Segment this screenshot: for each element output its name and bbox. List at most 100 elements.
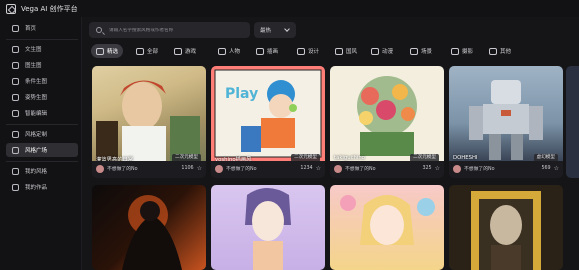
sidebar: 首页 文生图 图生图 条件生图 姿势生图 智能编辑 风格定制 风格广场 我的风格… <box>0 17 82 270</box>
style-icon <box>12 130 19 138</box>
card-illustration <box>340 195 435 245</box>
category-label: 国风 <box>346 49 358 55</box>
style-card[interactable]: 灌篮男高的日常 二次元模型 不想做了的No 1106 ☆ <box>92 66 206 178</box>
sort-dropdown[interactable]: 最热 <box>254 22 296 38</box>
category-label: 动漫 <box>382 49 394 55</box>
category-all[interactable]: 全部 <box>131 44 163 58</box>
search-icon <box>96 27 102 33</box>
sidebar-item-label: 文生图 <box>25 47 42 53</box>
category-label: 其他 <box>500 49 512 55</box>
sidebar-item-label: 智能编辑 <box>25 111 48 117</box>
star-icon[interactable]: ☆ <box>197 165 202 172</box>
design-icon <box>297 47 305 55</box>
category-label: 人物 <box>229 49 241 55</box>
style-card[interactable]: Play yoshino插画风 二次元模型 不想做了的No 1234 ☆ <box>211 66 325 178</box>
sidebar-item-image-to-image[interactable]: 图生图 <box>6 58 78 72</box>
sidebar-item-style-custom[interactable]: 风格定制 <box>6 127 78 141</box>
category-photography[interactable]: 摄影 <box>446 44 478 58</box>
style-card-partial[interactable] <box>566 66 579 178</box>
search-box[interactable] <box>89 22 250 38</box>
style-card[interactable] <box>92 185 206 270</box>
sidebar-item-label: 姿势生图 <box>25 95 48 101</box>
sidebar-item-home[interactable]: 首页 <box>6 21 78 35</box>
card-author: 不想做了的No <box>226 167 257 172</box>
style-card[interactable] <box>330 185 444 270</box>
category-featured[interactable]: 精选 <box>91 44 124 58</box>
home-icon <box>12 24 19 32</box>
card-illustration <box>471 191 541 270</box>
category-other[interactable]: 其他 <box>484 44 516 58</box>
svg-text:Play: Play <box>225 86 258 102</box>
sidebar-item-label: 图生图 <box>25 63 42 69</box>
sidebar-item-label: 首页 <box>25 26 37 32</box>
gamepad-icon <box>174 47 182 55</box>
category-design[interactable]: 设计 <box>292 44 324 58</box>
card-author: 不想做了的No <box>345 167 376 172</box>
card-author: 不想做了的No <box>464 167 495 172</box>
card-thumbnail <box>449 66 563 161</box>
style-card[interactable] <box>449 185 563 270</box>
search-input[interactable] <box>109 27 249 33</box>
sidebar-item-text-to-image[interactable]: 文生图 <box>6 42 78 56</box>
style-card[interactable]: takiguchino 二次元模型 不想做了的No 325 ☆ <box>330 66 444 178</box>
works-icon <box>12 183 19 191</box>
sidebar-item-label: 风格定制 <box>25 132 48 138</box>
title-bar: Vega AI 创作平台 <box>0 0 579 17</box>
card-meta: 不想做了的No 1234 ☆ <box>211 161 325 176</box>
category-label: 精选 <box>107 49 119 55</box>
style-card[interactable]: DOHESHI 虚幻模型 不想做了的No 569 ☆ <box>449 66 563 178</box>
sidebar-item-label: 我的作品 <box>25 185 48 191</box>
avatar <box>215 164 223 173</box>
camera-icon <box>451 47 459 55</box>
card-meta: 不想做了的No 1106 ☆ <box>92 161 206 176</box>
card-thumbnail: Play <box>211 66 325 161</box>
card-illustration <box>92 66 206 161</box>
category-guofeng[interactable]: 国风 <box>330 44 362 58</box>
category-label: 插画 <box>267 49 279 55</box>
category-illustration[interactable]: 插画 <box>251 44 283 58</box>
avatar <box>96 164 104 173</box>
sidebar-item-label: 条件生图 <box>25 79 48 85</box>
text-image-icon <box>12 45 19 53</box>
category-scene[interactable]: 场景 <box>405 44 437 58</box>
app-logo-icon <box>6 3 16 14</box>
card-thumbnail <box>330 66 444 161</box>
card-illustration: Play <box>214 69 322 158</box>
card-illustration <box>245 188 291 270</box>
sidebar-item-style-square[interactable]: 风格广场 <box>6 143 78 157</box>
app-title: Vega AI 创作平台 <box>21 4 78 13</box>
sidebar-item-pose[interactable]: 姿势生图 <box>6 90 78 104</box>
sidebar-item-my-styles[interactable]: 我的风格 <box>6 164 78 178</box>
category-label: 游戏 <box>185 49 197 55</box>
card-likes: 325 <box>422 166 432 171</box>
sidebar-divider <box>6 161 78 162</box>
category-anime[interactable]: 动漫 <box>366 44 398 58</box>
style-card[interactable] <box>211 185 325 270</box>
star-icon[interactable]: ☆ <box>554 165 559 172</box>
star-icon[interactable]: ☆ <box>435 165 440 172</box>
other-icon <box>489 47 497 55</box>
sort-value: 最热 <box>260 28 272 34</box>
heart-icon <box>96 47 104 55</box>
avatar <box>453 164 461 173</box>
card-meta: 不想做了的No 325 ☆ <box>330 161 444 176</box>
palette-icon <box>335 47 343 55</box>
pose-icon <box>12 93 19 101</box>
card-author: 不想做了的No <box>107 167 138 172</box>
star-icon[interactable]: ☆ <box>316 165 321 172</box>
card-illustration <box>469 80 543 160</box>
category-label: 全部 <box>147 49 159 55</box>
category-label: 摄影 <box>462 49 474 55</box>
category-games[interactable]: 游戏 <box>169 44 201 58</box>
sidebar-item-conditional[interactable]: 条件生图 <box>6 74 78 88</box>
my-style-icon <box>12 167 19 175</box>
sidebar-item-label: 我的风格 <box>25 169 48 175</box>
sidebar-divider <box>6 39 78 40</box>
sidebar-item-smart-edit[interactable]: 智能编辑 <box>6 106 78 120</box>
card-thumbnail <box>92 66 206 161</box>
grid-icon <box>136 47 144 55</box>
category-people[interactable]: 人物 <box>213 44 245 58</box>
sidebar-item-my-works[interactable]: 我的作品 <box>6 180 78 194</box>
landscape-icon <box>410 47 418 55</box>
category-label: 设计 <box>308 49 320 55</box>
